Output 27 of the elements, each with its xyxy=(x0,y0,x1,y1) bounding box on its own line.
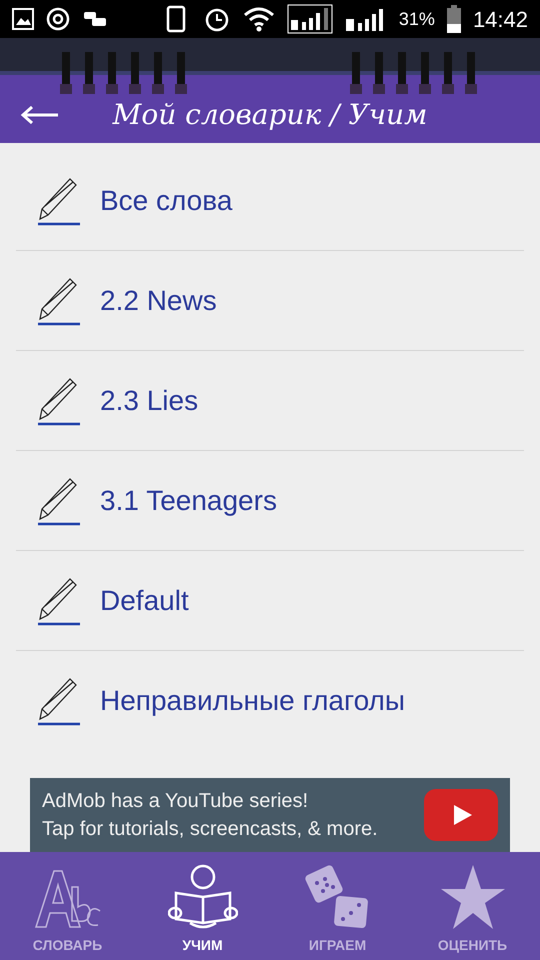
nav-tab[interactable]: УЧИМ xyxy=(135,852,270,960)
clock: 14:42 xyxy=(472,6,528,34)
star-icon xyxy=(438,863,506,931)
list-item[interactable]: 3.1 Teenagers xyxy=(16,451,524,551)
play-icon xyxy=(424,789,498,841)
screen-title: Мой словарик / Учим xyxy=(111,97,428,133)
list-item[interactable]: 2.3 Lies xyxy=(16,351,524,451)
list-item[interactable]: Неправильные глаголы xyxy=(16,651,524,751)
ad-banner[interactable]: AdMob has a YouTube series! Tap for tutorials, screencasts, & more. xyxy=(30,778,510,852)
list-item[interactable]: Default xyxy=(16,551,524,651)
list-name: 3.1 Teenagers xyxy=(100,484,277,518)
list-item[interactable]: Все слова xyxy=(16,151,524,251)
ad-text: AdMob has a YouTube series! xyxy=(42,789,310,814)
signal-icon xyxy=(286,4,333,34)
list-name: Неправильные глаголы xyxy=(100,684,406,718)
list-name: 2.3 Lies xyxy=(100,384,198,418)
wifi-icon xyxy=(242,6,275,32)
battery-icon xyxy=(446,5,461,33)
list-name: Все слова xyxy=(100,184,232,218)
ad-text: Tap for tutorials, screencasts, & more. xyxy=(42,817,379,842)
list-name: Default xyxy=(100,584,189,618)
image-icon xyxy=(12,8,34,30)
list-name: 2.2 News xyxy=(100,284,217,318)
reading-person-icon xyxy=(168,863,238,931)
battery-percent: 31% xyxy=(398,8,435,30)
list-item[interactable]: 2.2 News xyxy=(16,251,524,351)
back-arrow-icon xyxy=(20,105,60,125)
